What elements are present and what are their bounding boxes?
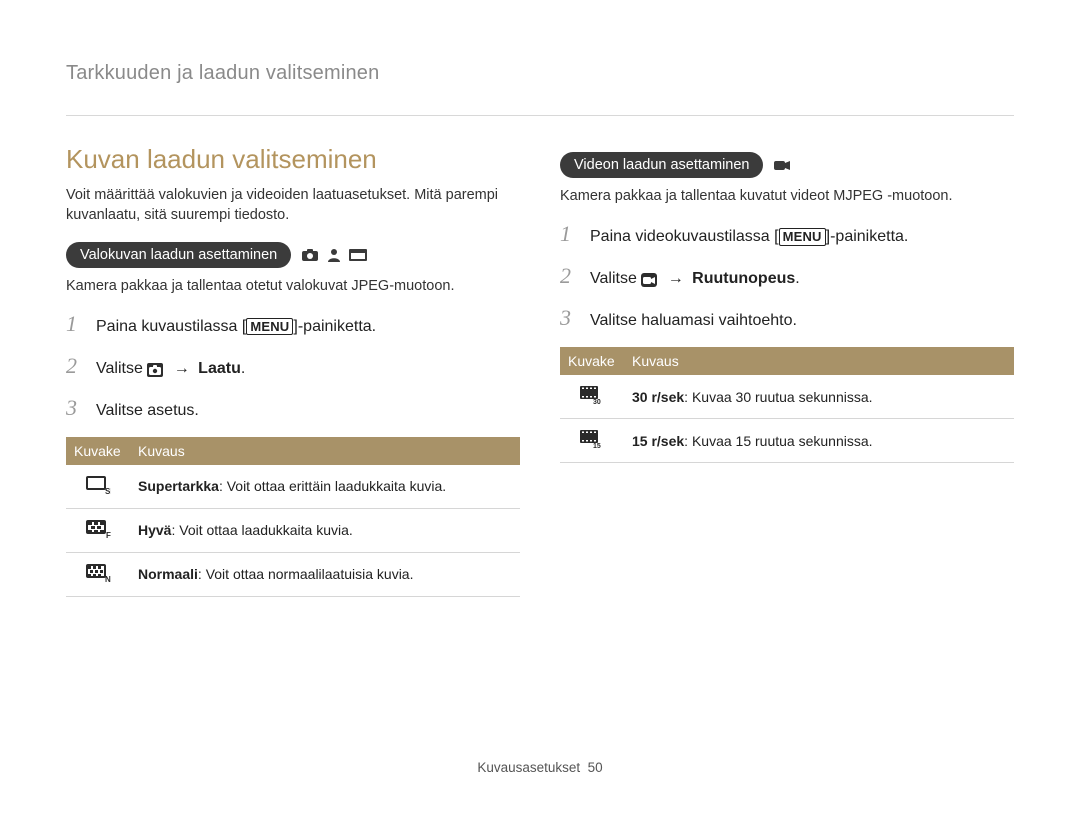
menu-chip: MENU [779,228,826,246]
svg-text:15: 15 [593,443,601,449]
svg-text:N: N [105,575,111,583]
table-row: SF Supertarkka: Voit ottaa erittäin laad… [66,465,520,509]
photo-steps: 1 Paina kuvaustilassa [MENU]-painiketta.… [66,311,520,421]
bold-term: Laatu [198,360,241,377]
arrow: → [165,360,198,377]
subsection-header-video: Videon laadun asettaminen [560,152,1014,178]
table-row: 15 15 r/sek: Kuvaa 15 ruutua sekunnissa. [560,419,1014,463]
step-3: 3 Valitse asetus. [66,395,520,421]
text-fragment: Valitse [590,270,641,287]
page-footer: Kuvausasetukset 50 [0,760,1080,775]
video-caption: Kamera pakkaa ja tallentaa kuvatut video… [560,186,1014,207]
text-fragment: . [795,270,799,287]
text-fragment: . [241,360,245,377]
text-fragment: : Voit ottaa erittäin laadukkaita kuvia. [219,478,446,494]
normal-icon: N [85,563,111,583]
intro-paragraph: Voit määrittää valokuvien ja videoiden l… [66,185,520,226]
divider [66,115,1014,116]
camera-p-icon: P [301,248,319,262]
table-row: F Hyvä: Voit ottaa laadukkaita kuvia. [66,508,520,552]
th-icon: Kuvake [560,347,624,375]
page: Tarkkuuden ja laadun valitseminen Kuvan … [0,0,1080,597]
step-2: 2 Valitse → Ruutunopeus. [560,263,1014,289]
superfine-icon: SF [85,475,111,495]
subsection-header-photo: Valokuvan laadun asettaminen P [66,242,520,268]
scene-icon [349,248,367,262]
mode-icons [773,158,791,172]
pill-video-quality: Videon laadun asettaminen [560,152,763,178]
step-text: Valitse haluamasi vaihtoehto. [590,312,797,330]
bold-term: Hyvä [138,522,171,538]
svg-text:30: 30 [593,399,601,405]
section-heading: Kuvan laadun valitseminen [66,144,520,175]
menu-chip: MENU [246,318,293,336]
bold-term: Ruutunopeus [692,270,795,287]
cell-desc: Hyvä: Voit ottaa laadukkaita kuvia. [130,508,520,552]
breadcrumb: Tarkkuuden ja laadun valitseminen [66,62,1014,85]
camera-icon [147,363,163,377]
step-2: 2 Valitse → Laatu. [66,353,520,379]
text-fragment: : Voit ottaa normaalilaatuisia kuvia. [198,566,414,582]
text-fragment: ]-painiketta. [826,228,909,245]
th-desc: Kuvaus [624,347,1014,375]
th-icon: Kuvake [66,437,130,465]
cell-desc: 15 r/sek: Kuvaa 15 ruutua sekunnissa. [624,419,1014,463]
footer-section-label: Kuvausasetukset [477,760,580,775]
step-text: Valitse → Laatu. [96,360,245,378]
step-text: Paina videokuvaustilassa [MENU]-painiket… [590,228,908,246]
cell-desc: 30 r/sek: Kuvaa 30 ruutua sekunnissa. [624,375,1014,419]
mode-icons: P [301,248,367,262]
two-column-layout: Kuvan laadun valitseminen Voit määrittää… [66,144,1014,597]
camcorder-icon [641,273,657,287]
step-text: Valitse → Ruutunopeus. [590,270,800,288]
fine-icon: F [85,519,111,539]
photo-caption: Kamera pakkaa ja tallentaa otetut valoku… [66,276,520,297]
step-3: 3 Valitse haluamasi vaihtoehto. [560,305,1014,331]
text-fragment: : Voit ottaa laadukkaita kuvia. [171,522,352,538]
svg-text:SF: SF [105,487,111,495]
step-number: 3 [66,395,84,421]
left-column: Kuvan laadun valitseminen Voit määrittää… [66,144,520,597]
step-text: Paina kuvaustilassa [MENU]-painiketta. [96,318,376,336]
camcorder-icon [773,158,791,172]
person-icon [325,248,343,262]
step-number: 2 [66,353,84,379]
text-fragment: Paina videokuvaustilassa [ [590,228,779,245]
step-number: 1 [66,311,84,337]
photo-quality-table: Kuvake Kuvaus SF Supertarkka: Voit ottaa… [66,437,520,597]
th-desc: Kuvaus [130,437,520,465]
bold-term: Normaali [138,566,198,582]
step-number: 2 [560,263,578,289]
table-row: 30 30 r/sek: Kuvaa 30 ruutua sekunnissa. [560,375,1014,419]
cell-desc: Supertarkka: Voit ottaa erittäin laadukk… [130,465,520,509]
bold-term: 30 r/sek [632,389,684,405]
bold-term: Supertarkka [138,478,219,494]
step-number: 1 [560,221,578,247]
right-column: Videon laadun asettaminen Kamera pakkaa … [560,144,1014,597]
text-fragment: Paina kuvaustilassa [ [96,318,246,335]
text-fragment: : Kuvaa 30 ruutua sekunnissa. [684,389,872,405]
table-row: N Normaali: Voit ottaa normaalilaatuisia… [66,552,520,596]
fps15-icon: 15 [579,429,605,449]
video-framerate-table: Kuvake Kuvaus 30 30 r/sek: Kuvaa 30 ruut… [560,347,1014,463]
fps30-icon: 30 [579,385,605,405]
step-1: 1 Paina kuvaustilassa [MENU]-painiketta. [66,311,520,337]
text-fragment: Valitse [96,360,147,377]
pill-photo-quality: Valokuvan laadun asettaminen [66,242,291,268]
page-number: 50 [588,760,603,775]
text-fragment: ]-painiketta. [293,318,376,335]
step-text: Valitse asetus. [96,402,199,420]
arrow: → [659,270,692,287]
svg-text:F: F [106,531,111,539]
video-steps: 1 Paina videokuvaustilassa [MENU]-painik… [560,221,1014,331]
bold-term: 15 r/sek [632,433,684,449]
step-number: 3 [560,305,578,331]
step-1: 1 Paina videokuvaustilassa [MENU]-painik… [560,221,1014,247]
text-fragment: : Kuvaa 15 ruutua sekunnissa. [684,433,872,449]
cell-desc: Normaali: Voit ottaa normaalilaatuisia k… [130,552,520,596]
